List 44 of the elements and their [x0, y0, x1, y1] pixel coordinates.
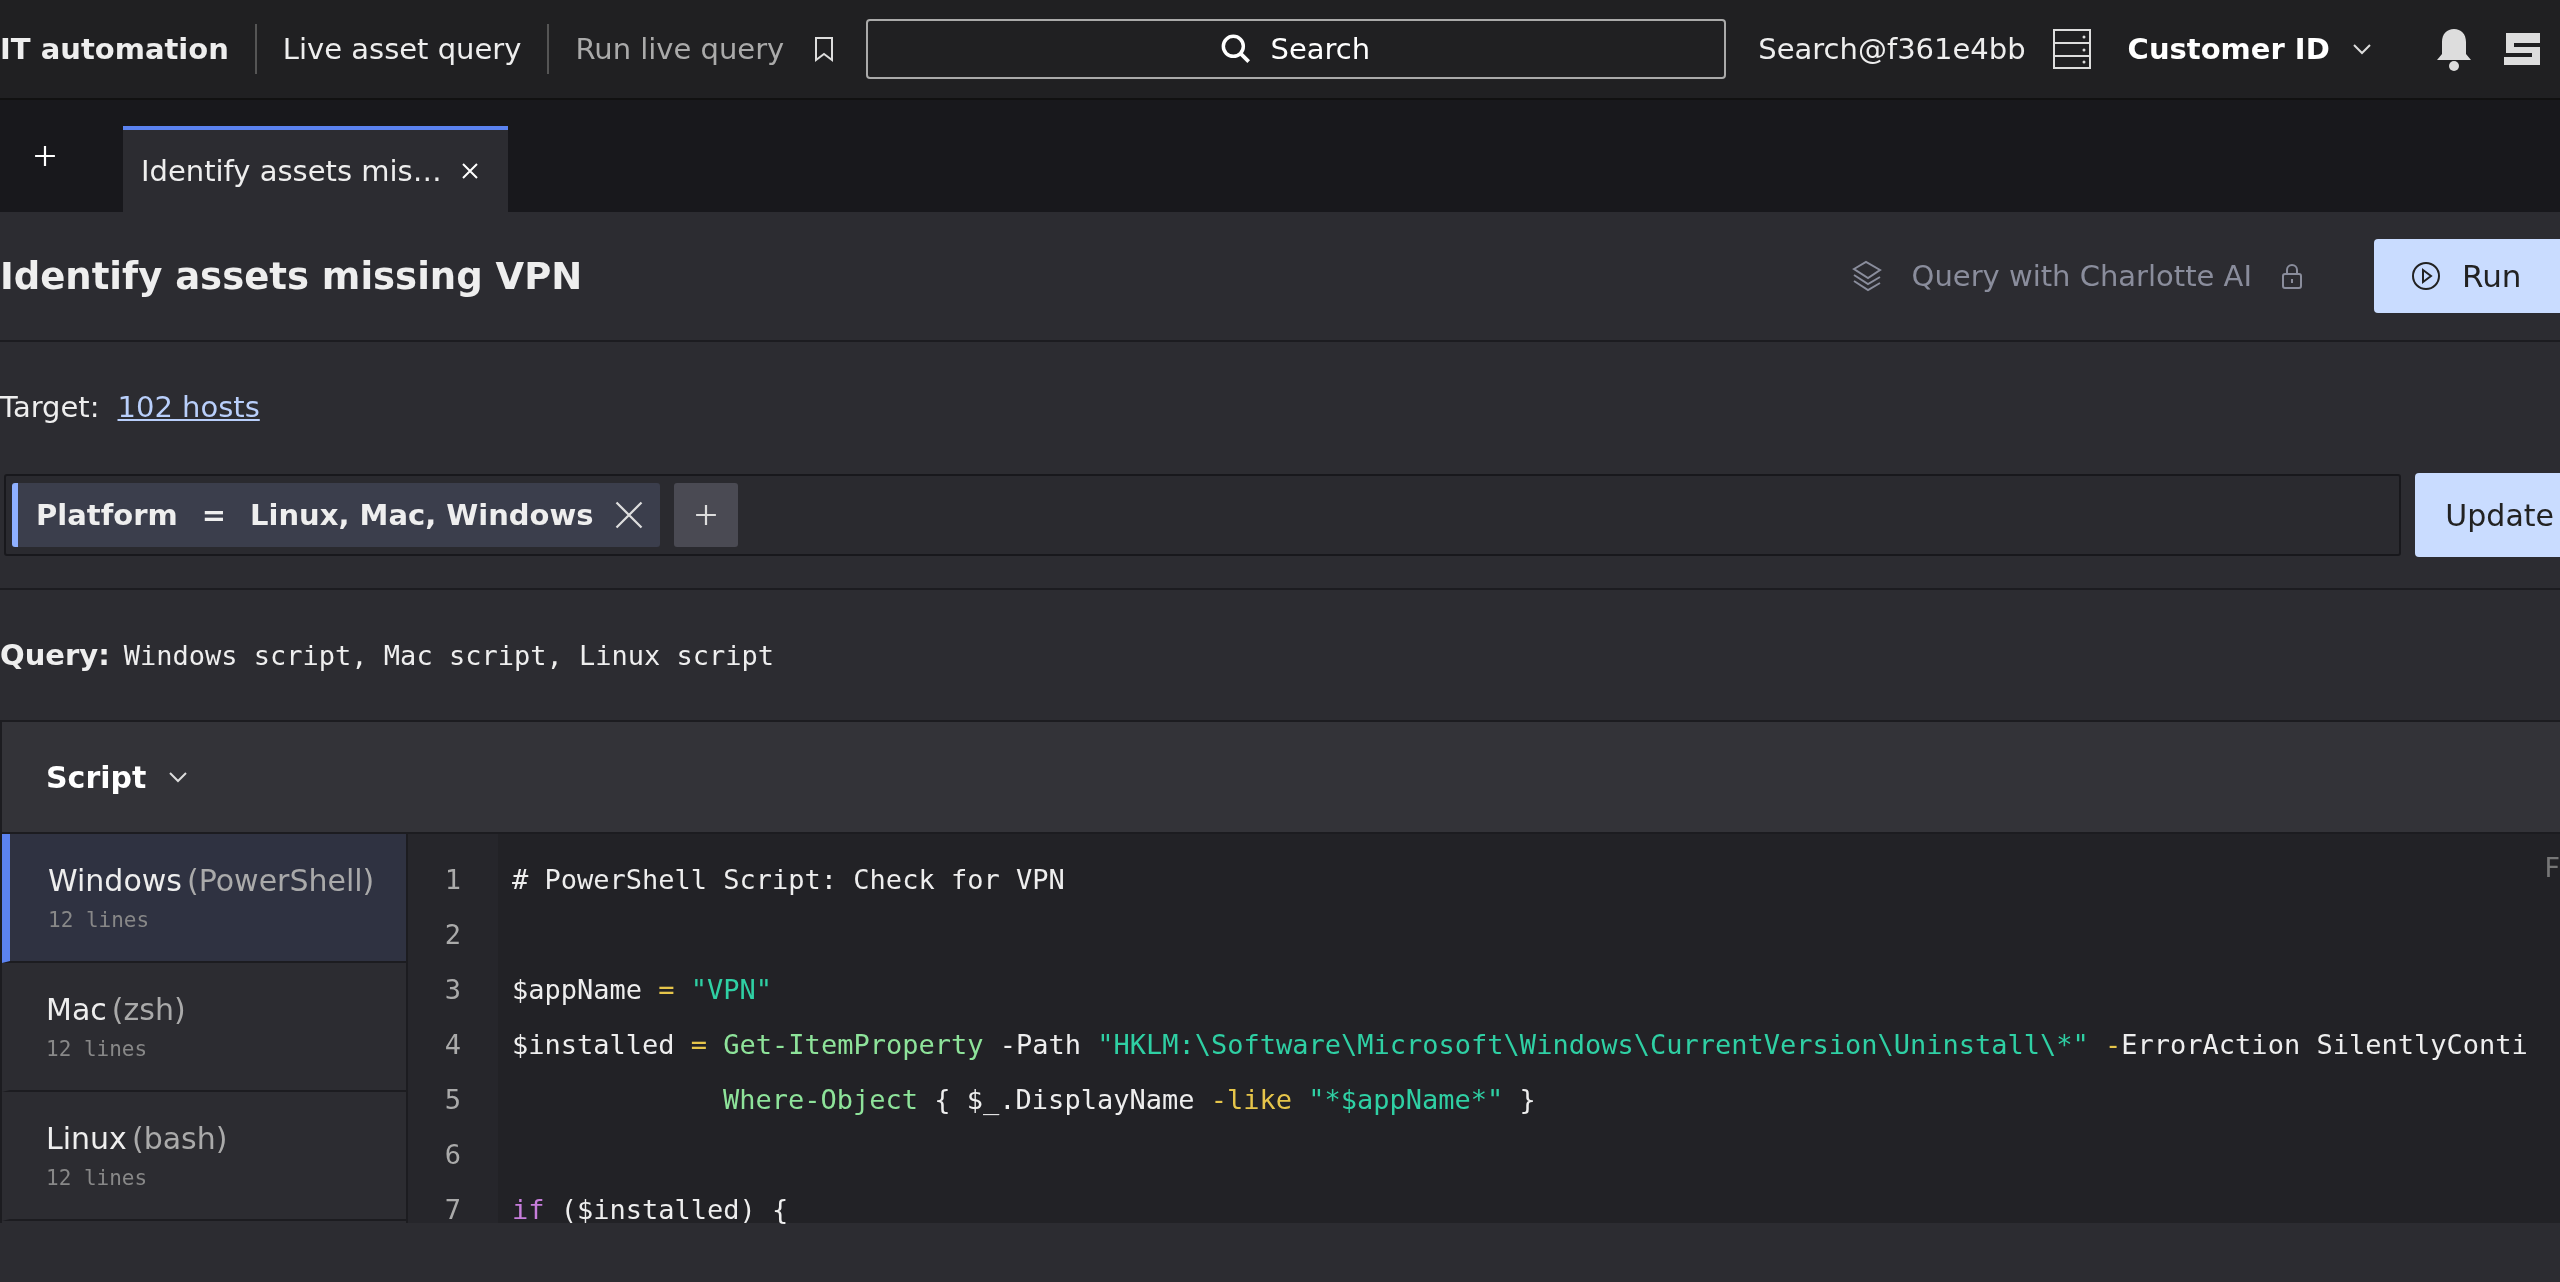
query-value: Windows script, Mac script, Linux script — [123, 639, 774, 671]
bookmark-icon[interactable] — [814, 36, 835, 62]
update-button[interactable]: Update — [2415, 473, 2560, 557]
plus-icon — [34, 145, 56, 167]
line-number: 4 — [443, 1028, 463, 1062]
target-label: Target: — [0, 390, 100, 424]
breadcrumb-link[interactable]: Live asset query — [256, 32, 548, 66]
search-icon — [1220, 33, 1253, 65]
script-item[interactable]: Mac (zsh) 12 lines — [2, 963, 406, 1092]
close-icon[interactable] — [459, 161, 480, 181]
page-title: Identify assets missing VPN — [0, 254, 584, 298]
line-number: 2 — [443, 918, 463, 952]
close-icon[interactable] — [613, 500, 644, 530]
corner-text: F — [2544, 852, 2560, 883]
line-number: 3 — [443, 973, 463, 1007]
breadcrumb-link[interactable]: Run live query — [549, 32, 811, 66]
chevron-down-icon — [2351, 43, 2372, 55]
run-button[interactable]: Run — [2374, 239, 2560, 313]
script-item[interactable]: Linux (bash) 12 lines — [2, 1092, 406, 1221]
line-number: 5 — [443, 1083, 463, 1117]
code-line: $installed = Get-ItemProperty -Path "HKLM:\Software\Microsoft\Windows\CurrentVersion\Uninstall\*" -ErrorAction SilentlyConti — [512, 1029, 2528, 1060]
plus-icon — [694, 504, 717, 526]
breadcrumb-link[interactable]: IT automation — [0, 32, 255, 66]
code-line: Where-Object { $_.DisplayName -like "*$appName*" } — [723, 1084, 1536, 1115]
chevron-down-icon — [168, 771, 189, 783]
line-number: 6 — [443, 1138, 463, 1172]
script-item[interactable]: Windows (PowerShell) 12 lines — [2, 834, 406, 963]
code-line: # PowerShell Script: Check for VPN — [512, 864, 1065, 895]
server-icon[interactable] — [2051, 28, 2092, 70]
search-field[interactable]: Search — [866, 19, 1727, 79]
filter-field[interactable]: Platform = Linux, Mac, Windows — [4, 474, 2402, 556]
code-line: $appName = "VPN" — [512, 974, 773, 1005]
code-line: if ($installed) { — [512, 1194, 789, 1225]
query-tab[interactable]: Identify assets mis… — [123, 126, 508, 212]
play-circle-icon — [2410, 260, 2442, 292]
filter-chip[interactable]: Platform = Linux, Mac, Windows — [12, 483, 660, 547]
line-number: 1 — [443, 863, 463, 897]
ai-query-link[interactable]: Query with Charlotte AI — [1911, 259, 2252, 293]
customer-dropdown[interactable]: Customer ID — [2121, 31, 2378, 67]
hosts-link[interactable]: 102 hosts — [117, 390, 260, 424]
account-name: Search@f361e4bb — [1758, 32, 2026, 66]
script-dropdown[interactable]: Script — [2, 722, 195, 832]
line-number: 7 — [443, 1193, 463, 1227]
query-label: Query: — [0, 638, 110, 672]
